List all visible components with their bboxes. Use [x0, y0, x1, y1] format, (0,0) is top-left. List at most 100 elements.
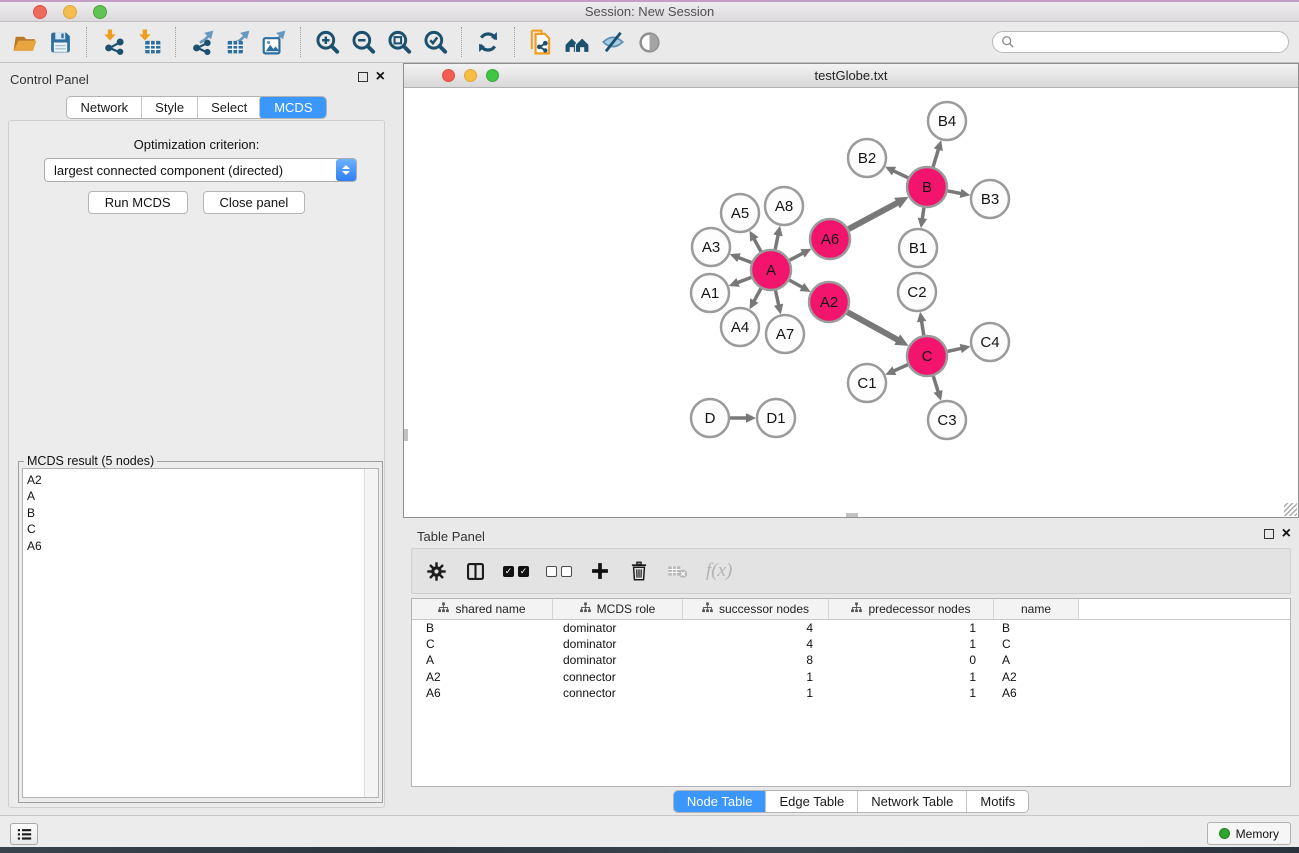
graph-node-B2[interactable]: B2 — [848, 139, 886, 177]
graph-node-B[interactable]: B — [907, 167, 947, 207]
tab-mcds[interactable]: MCDS — [259, 96, 326, 119]
network-canvas[interactable]: B4B2BB3A5A8A6A3B1AA1C2A2A4A7C4CC1C3DD1 — [404, 88, 1298, 517]
mcds-result-item[interactable]: B — [27, 505, 378, 521]
run-mcds-button[interactable]: Run MCDS — [88, 191, 188, 214]
mcds-result-item[interactable]: C — [27, 521, 378, 537]
hide-graphics-icon[interactable] — [595, 25, 631, 59]
graph-node-A6[interactable]: A6 — [810, 219, 850, 259]
table-row[interactable]: Adominator80A — [412, 652, 1290, 668]
graph-edge-A2-C[interactable] — [847, 312, 898, 340]
graph-node-B1[interactable]: B1 — [899, 229, 937, 267]
graph-edge-A-A7[interactable] — [775, 291, 778, 307]
resize-grip-icon[interactable] — [1284, 503, 1297, 516]
graph-node-C4[interactable]: C4 — [971, 323, 1009, 361]
export-network-icon[interactable] — [184, 25, 220, 59]
table-settings-gear-icon[interactable] — [425, 559, 447, 583]
import-network-icon[interactable] — [95, 25, 131, 59]
graph-edge-A-A2[interactable] — [789, 280, 803, 288]
graph-edge-C-C3[interactable] — [933, 376, 938, 393]
graph-edge-A-A6[interactable] — [790, 253, 804, 261]
column-header-shared-name[interactable]: shared name — [412, 599, 553, 619]
node-table[interactable]: shared nameMCDS rolesuccessor nodesprede… — [411, 598, 1291, 787]
table-row[interactable]: A6connector11A6 — [412, 685, 1290, 701]
graph-edge-C-C4[interactable] — [947, 348, 962, 351]
float-table-panel-icon[interactable] — [1264, 529, 1274, 539]
network-vscroll-thumb[interactable] — [404, 429, 408, 441]
table-header-row[interactable]: shared nameMCDS rolesuccessor nodesprede… — [412, 599, 1290, 620]
export-table-icon[interactable] — [220, 25, 256, 59]
network-hscroll-thumb[interactable] — [846, 513, 858, 517]
tab-style[interactable]: Style — [141, 97, 197, 118]
search-input[interactable] — [1020, 35, 1280, 49]
refresh-icon[interactable] — [470, 25, 506, 59]
zoom-out-icon[interactable] — [345, 25, 381, 59]
graph-edge-C-C2[interactable] — [921, 320, 923, 335]
close-panel-icon[interactable]: × — [376, 71, 385, 83]
graph-node-A7[interactable]: A7 — [766, 315, 804, 353]
zoom-selected-icon[interactable] — [417, 25, 453, 59]
save-session-icon[interactable] — [42, 25, 78, 59]
float-panel-icon[interactable] — [358, 72, 368, 82]
close-table-panel-icon[interactable]: × — [1282, 528, 1291, 540]
home-icon[interactable] — [559, 25, 595, 59]
function-builder-icon[interactable]: f(x) — [706, 560, 732, 582]
column-header-MCDS-role[interactable]: MCDS role — [553, 599, 683, 619]
graph-edge-B-B4[interactable] — [933, 148, 939, 167]
tab-edge-table[interactable]: Edge Table — [765, 791, 857, 812]
graph-edge-B-B2[interactable] — [893, 170, 908, 177]
mcds-result-list[interactable]: A2ABCA6 — [22, 468, 379, 798]
mcds-result-item[interactable]: A2 — [27, 472, 378, 488]
share-document-icon[interactable] — [523, 25, 559, 59]
select-all-icon[interactable]: ✓✓ — [503, 566, 529, 577]
close-panel-button[interactable]: Close panel — [203, 191, 306, 214]
column-header-name[interactable]: name — [994, 599, 1079, 619]
network-graph[interactable]: B4B2BB3A5A8A6A3B1AA1C2A2A4A7C4CC1C3DD1 — [404, 88, 1298, 517]
tab-select[interactable]: Select — [197, 97, 260, 118]
graph-node-C[interactable]: C — [907, 336, 947, 376]
graph-edge-A-A3[interactable] — [738, 257, 752, 262]
graph-edge-C-C1[interactable] — [893, 365, 908, 372]
mcds-result-item[interactable]: A — [27, 488, 378, 504]
tab-network[interactable]: Network — [67, 97, 141, 118]
tab-motifs[interactable]: Motifs — [966, 791, 1028, 812]
graph-edge-A-A5[interactable] — [754, 238, 761, 252]
graph-edge-A6-B[interactable] — [849, 202, 899, 229]
graph-node-A[interactable]: A — [751, 250, 791, 290]
graph-node-A1[interactable]: A1 — [691, 274, 729, 312]
graph-node-C1[interactable]: C1 — [848, 364, 886, 402]
tab-network-table[interactable]: Network Table — [857, 791, 966, 812]
zoom-in-icon[interactable] — [309, 25, 345, 59]
mcds-list-scrollbar[interactable] — [364, 469, 378, 797]
search-field[interactable] — [992, 31, 1289, 53]
graph-node-A5[interactable]: A5 — [721, 194, 759, 232]
show-columns-icon[interactable] — [464, 559, 486, 583]
delete-trash-icon[interactable] — [628, 559, 650, 583]
graph-node-A2[interactable]: A2 — [809, 282, 849, 322]
zoom-fit-icon[interactable] — [381, 25, 417, 59]
table-row[interactable]: Cdominator41C — [412, 636, 1290, 652]
graph-node-A8[interactable]: A8 — [765, 187, 803, 225]
delete-table-icon[interactable] — [667, 559, 689, 583]
network-window-titlebar[interactable]: testGlobe.txt — [404, 64, 1298, 88]
tab-node-table[interactable]: Node Table — [673, 790, 767, 813]
graph-edge-B-B1[interactable] — [922, 208, 924, 220]
graph-node-C3[interactable]: C3 — [928, 401, 966, 439]
show-graphics-icon[interactable] — [631, 25, 667, 59]
graph-node-D1[interactable]: D1 — [757, 399, 795, 437]
criterion-dropdown[interactable]: largest connected component (directed) — [44, 158, 357, 182]
open-file-icon[interactable] — [6, 25, 42, 59]
graph-node-A4[interactable]: A4 — [721, 308, 759, 346]
graph-node-C2[interactable]: C2 — [898, 273, 936, 311]
mcds-result-item[interactable]: A6 — [27, 538, 378, 554]
column-header-predecessor-nodes[interactable]: predecessor nodes — [829, 599, 994, 619]
add-row-plus-icon[interactable] — [589, 559, 611, 583]
graph-edge-B-B3[interactable] — [948, 191, 962, 194]
graph-edge-A-A1[interactable] — [737, 277, 752, 283]
graph-node-D[interactable]: D — [691, 399, 729, 437]
graph-edge-A-A4[interactable] — [754, 288, 761, 302]
table-row[interactable]: A2connector11A2 — [412, 669, 1290, 685]
import-table-icon[interactable] — [131, 25, 167, 59]
deselect-all-icon[interactable] — [546, 566, 572, 577]
graph-edge-A-A8[interactable] — [775, 234, 778, 249]
task-history-button[interactable] — [10, 823, 38, 845]
